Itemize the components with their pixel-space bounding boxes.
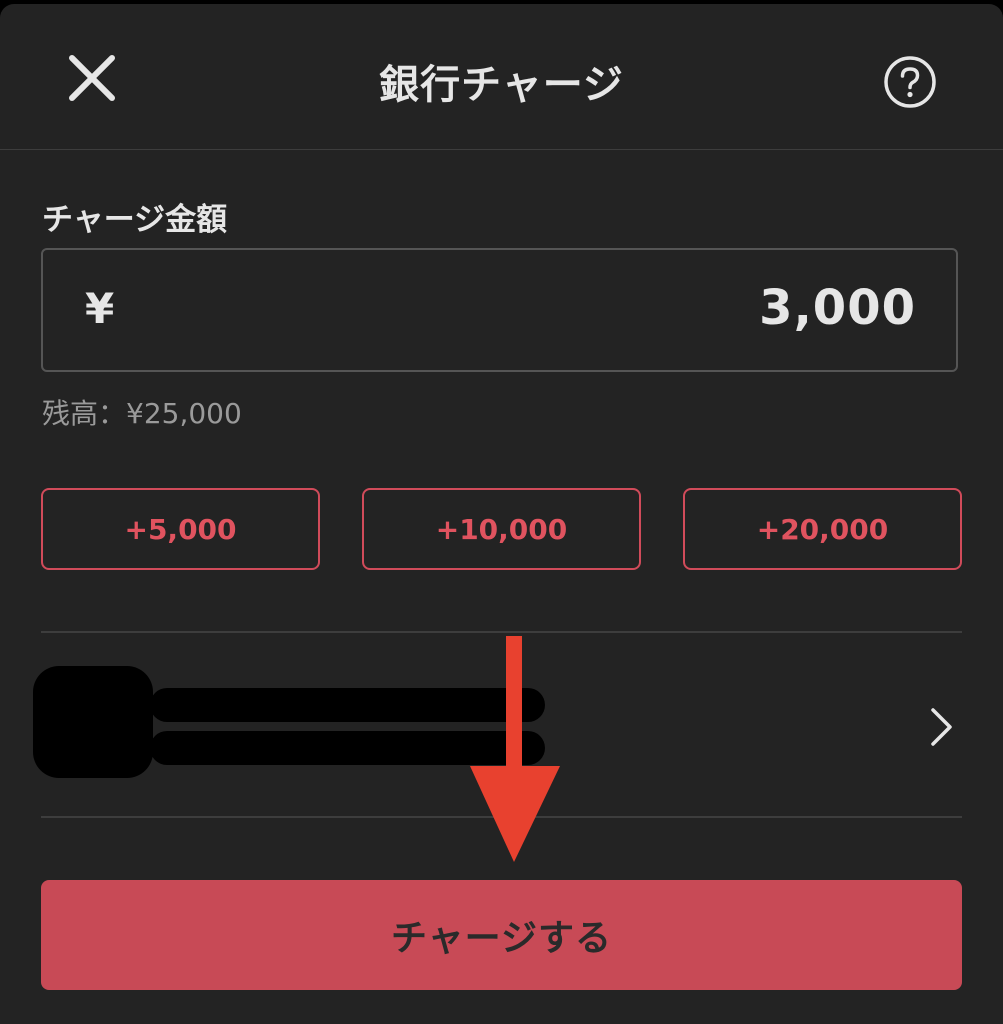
charge-amount-label: チャージ金額	[42, 202, 228, 238]
amount-input-box[interactable]: ¥ 3,000	[41, 248, 958, 372]
chevron-right-icon	[931, 708, 952, 746]
redacted-bank-name	[150, 688, 545, 722]
amount-field[interactable]: 3,000	[759, 280, 916, 336]
add-5000-button[interactable]: +5,000	[41, 488, 320, 570]
redacted-bank-logo	[33, 666, 153, 778]
bank-account-row[interactable]	[0, 634, 1003, 816]
charge-sheet: 銀行チャージ チャージ金額 ¥ 3,000 残高：¥25,000 +5,000 …	[0, 4, 1003, 1024]
redacted-account-number	[150, 731, 545, 765]
add-20000-button[interactable]: +20,000	[683, 488, 962, 570]
add-10000-button[interactable]: +10,000	[362, 488, 641, 570]
balance-text: 残高：¥25,000	[42, 397, 242, 430]
quick-amount-row: +5,000 +10,000 +20,000	[41, 488, 962, 570]
charge-submit-button[interactable]: チャージする	[41, 880, 962, 990]
divider	[41, 816, 962, 818]
currency-symbol: ¥	[85, 284, 115, 333]
help-icon	[884, 56, 936, 108]
header-bar: 銀行チャージ	[0, 4, 1003, 150]
divider	[41, 631, 962, 633]
page-title: 銀行チャージ	[379, 62, 624, 108]
help-button[interactable]	[882, 54, 938, 110]
